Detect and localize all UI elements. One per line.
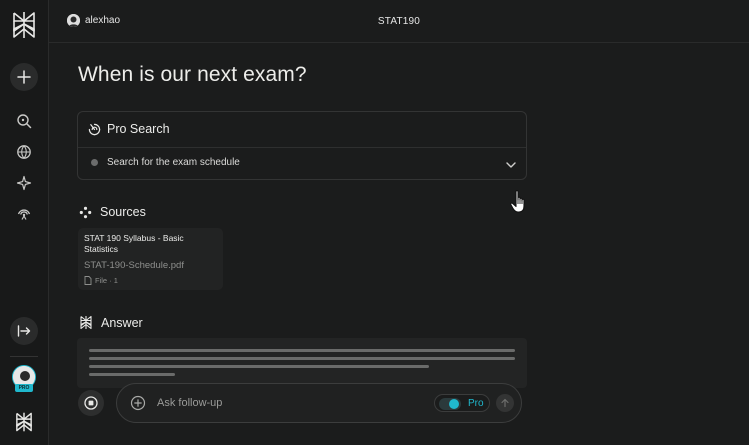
account-avatar[interactable]: PRO (12, 365, 36, 392)
question-title: When is our next exam? (78, 63, 307, 86)
pro-search-divider (78, 147, 526, 148)
follow-up-bar: Pro (116, 383, 522, 423)
answer-title: Answer (101, 315, 143, 330)
pro-toggle-label: Pro (468, 398, 484, 409)
pointer-hand-icon (510, 190, 525, 213)
pro-search-title: Pro Search (107, 122, 170, 136)
perplexity-footer-logo (0, 409, 48, 435)
plus-icon (17, 70, 31, 84)
source-meta-text: File · 1 (95, 276, 118, 285)
perplexity-small-icon (16, 412, 32, 432)
attach-button[interactable] (130, 395, 146, 416)
pro-search-icon (88, 123, 101, 135)
step-status-dot (91, 159, 98, 166)
hand-cursor-icon (509, 189, 531, 220)
top-bar: alexhao STAT190 (49, 0, 749, 43)
toggle-knob (449, 399, 459, 409)
sidebar-item-search[interactable] (0, 112, 48, 130)
arrow-right-bar-icon (17, 325, 31, 337)
plus-circle-icon (130, 395, 146, 411)
skeleton-line (89, 365, 429, 368)
sources-header: Sources (79, 205, 146, 219)
expand-steps-button[interactable] (505, 158, 517, 176)
sidebar-item-library[interactable] (0, 204, 48, 222)
follow-up-input[interactable] (157, 395, 417, 411)
source-meta: File · 1 (84, 276, 118, 285)
sources-title: Sources (100, 205, 146, 219)
skeleton-line (89, 373, 175, 376)
skeleton-line (89, 357, 515, 360)
send-button[interactable] (496, 394, 514, 412)
space-title: STAT190 (377, 16, 421, 27)
expand-sidebar-button[interactable] (10, 317, 38, 345)
file-icon (84, 276, 92, 285)
arrow-up-icon (501, 398, 509, 408)
sparkle-icon (16, 175, 32, 191)
stop-generating-button[interactable] (78, 390, 104, 416)
perplexity-logo-icon (13, 12, 35, 38)
source-title: STAT 190 Syllabus - Basic Statistics (84, 233, 184, 254)
sidebar-item-discover[interactable] (0, 143, 48, 161)
perplexity-answer-icon (80, 315, 92, 330)
sidebar-divider (10, 356, 38, 357)
stop-icon (84, 396, 98, 410)
pro-badge: PRO (15, 384, 33, 392)
new-thread-button[interactable] (10, 63, 38, 91)
search-icon (17, 114, 32, 129)
sidebar: PRO (0, 0, 49, 445)
skeleton-line (89, 349, 515, 352)
broadcast-icon (17, 209, 31, 220)
pro-search-header: Pro Search (88, 122, 170, 136)
pro-toggle[interactable]: Pro (434, 394, 490, 412)
answer-header: Answer (79, 315, 143, 330)
step-text: Search for the exam schedule (107, 157, 240, 168)
perplexity-logo[interactable] (0, 8, 48, 42)
chevron-down-icon (506, 162, 516, 168)
sources-icon (79, 206, 92, 218)
source-filename: STAT-190-Schedule.pdf (84, 260, 184, 271)
pro-search-step[interactable]: Search for the exam schedule (91, 157, 240, 168)
globe-icon (17, 145, 31, 159)
answer-loading-skeleton (77, 338, 527, 388)
sidebar-item-spaces[interactable] (0, 174, 48, 192)
pro-search-card: Pro Search Search for the exam schedule (77, 111, 527, 180)
source-card[interactable]: STAT 190 Syllabus - Basic Statistics STA… (78, 228, 223, 290)
